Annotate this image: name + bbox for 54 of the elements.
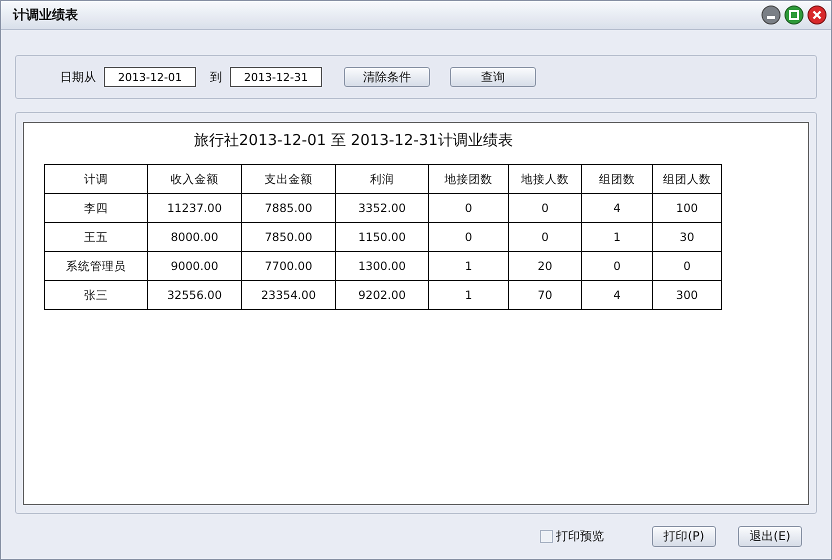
- table-cell: 3352.00: [336, 194, 428, 222]
- table-cell: 1300.00: [336, 252, 428, 280]
- print-preview-checkbox[interactable]: 打印预览: [540, 528, 604, 545]
- column-header: 收入金额: [148, 164, 242, 194]
- exit-button[interactable]: 退出(E): [738, 526, 802, 547]
- table-cell: 0: [508, 194, 582, 222]
- date-to-field[interactable]: 2013-12-31: [230, 67, 322, 87]
- table-cell: 70: [508, 280, 582, 310]
- table-cell: 4: [582, 280, 652, 310]
- print-button[interactable]: 打印(P): [652, 526, 716, 547]
- window-title: 计调业绩表: [13, 7, 78, 24]
- column-header: 组团人数: [652, 164, 722, 194]
- column-header: 组团数: [582, 164, 652, 194]
- table-cell: 20: [508, 252, 582, 280]
- table-cell: 7850.00: [242, 222, 336, 252]
- column-header: 地接人数: [508, 164, 582, 194]
- table-cell: 100: [652, 194, 722, 222]
- table-cell: 7885.00: [242, 194, 336, 222]
- table-cell: 李四: [44, 194, 148, 222]
- minimize-icon[interactable]: [761, 5, 781, 25]
- table-cell: 0: [428, 222, 508, 252]
- table-cell: 11237.00: [148, 194, 242, 222]
- report-title: 旅行社2013-12-01 至 2013-12-31计调业绩表: [193, 131, 514, 150]
- table-cell: 9202.00: [336, 280, 428, 310]
- table-cell: 1: [428, 280, 508, 310]
- table-cell: 0: [508, 222, 582, 252]
- column-header: 利润: [336, 164, 428, 194]
- table-cell: 1: [582, 222, 652, 252]
- table-cell: 32556.00: [148, 280, 242, 310]
- table-cell: 0: [428, 194, 508, 222]
- close-icon[interactable]: [807, 5, 827, 25]
- date-from-label: 日期从: [60, 68, 96, 86]
- table-cell: 1150.00: [336, 222, 428, 252]
- table-cell: 0: [582, 252, 652, 280]
- table-cell: 8000.00: [148, 222, 242, 252]
- table-cell: 30: [652, 222, 722, 252]
- table-cell: 4: [582, 194, 652, 222]
- table-cell: 9000.00: [148, 252, 242, 280]
- column-header: 支出金额: [242, 164, 336, 194]
- table-cell: 23354.00: [242, 280, 336, 310]
- table-cell: 1: [428, 252, 508, 280]
- column-header: 计调: [44, 164, 148, 194]
- maximize-icon[interactable]: [784, 5, 804, 25]
- column-header: 地接团数: [428, 164, 508, 194]
- table-cell: 7700.00: [242, 252, 336, 280]
- table-cell: 系统管理员: [44, 252, 148, 280]
- date-to-label: 到: [210, 68, 222, 86]
- table-cell: 张三: [44, 280, 148, 310]
- query-button[interactable]: 查询: [450, 67, 536, 87]
- table-cell: 0: [652, 252, 722, 280]
- clear-button[interactable]: 清除条件: [344, 67, 430, 87]
- date-from-field[interactable]: 2013-12-01: [104, 67, 196, 87]
- table-cell: 王五: [44, 222, 148, 252]
- table-cell: 300: [652, 280, 722, 310]
